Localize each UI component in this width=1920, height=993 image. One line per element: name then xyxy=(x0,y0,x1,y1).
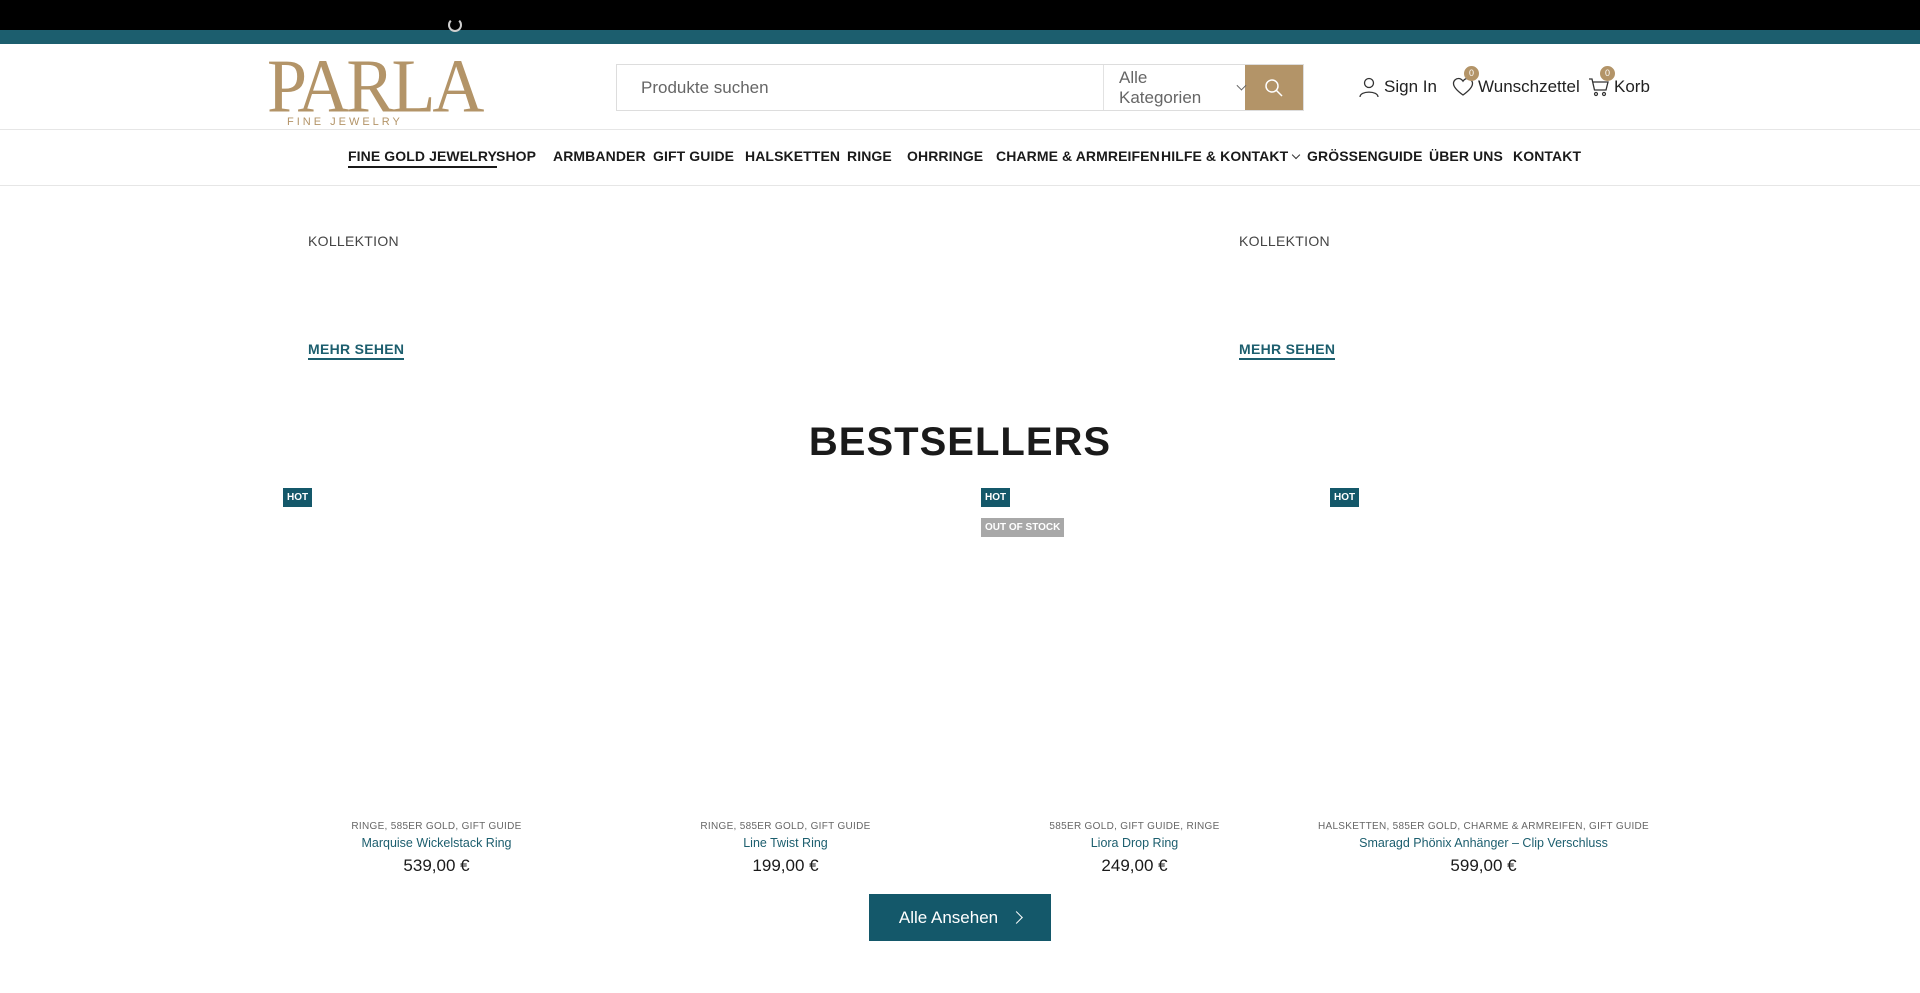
top-accent-strip xyxy=(0,30,1920,44)
nav-item-hilfe-kontakt-label: HILFE & KONTAKT xyxy=(1161,148,1289,164)
logo-tagline: FINE JEWELRY xyxy=(287,116,403,128)
product-categories: RINGE, 585ER GOLD, GIFT GUIDE xyxy=(351,821,522,832)
wishlist-link[interactable]: 0 Wunschzettel xyxy=(1452,66,1580,98)
product-card[interactable]: HOT HALSKETTEN, 585ER GOLD, CHARME & ARM… xyxy=(1312,488,1655,878)
product-name[interactable]: Marquise Wickelstack Ring xyxy=(265,836,608,850)
mehr-sehen-link-1[interactable]: MEHR SEHEN xyxy=(308,341,405,360)
product-categories: HALSKETTEN, 585ER GOLD, CHARME & ARMREIF… xyxy=(1317,821,1650,832)
nav-item-fine-gold-jewelry[interactable]: FINE GOLD JEWELRY xyxy=(348,148,497,168)
product-categories: RINGE, 585ER GOLD, GIFT GUIDE xyxy=(700,821,871,832)
hot-badge: HOT xyxy=(981,488,1011,507)
sign-in-label: Sign In xyxy=(1384,77,1437,96)
nav-item-charme-armreifen[interactable]: CHARME & ARMREIFEN xyxy=(996,148,1160,164)
wishlist-count-badge: 0 xyxy=(1464,66,1479,81)
out-of-stock-badge: OUT OF STOCK xyxy=(981,518,1065,537)
product-categories: 585ER GOLD, GIFT GUIDE, RINGE xyxy=(1049,821,1220,832)
cart-link[interactable]: 0 Korb xyxy=(1588,66,1650,98)
user-icon xyxy=(1359,77,1379,98)
view-all-label: Alle Ansehen xyxy=(898,907,999,927)
nav-item-ringe[interactable]: RINGE xyxy=(847,148,892,164)
hot-badge: HOT xyxy=(1330,488,1360,507)
site-header: PARLA FINE JEWELRY Alle Kategorien Sign … xyxy=(0,44,1920,130)
product-card[interactable]: HOT OUT OF STOCK 585ER GOLD, GIFT GUIDE,… xyxy=(963,488,1306,878)
chevron-down-icon xyxy=(1291,150,1301,160)
nav-item-shop[interactable]: SHOP xyxy=(496,148,536,164)
view-all-button[interactable]: Alle Ansehen xyxy=(869,894,1051,941)
main-navigation: FINE GOLD JEWELRY SHOP ARMBANDER GIFT GU… xyxy=(0,131,1920,186)
cart-label: Korb xyxy=(1614,77,1650,96)
bestsellers-heading: BESTSELLERS xyxy=(808,420,1112,464)
product-name[interactable]: Liora Drop Ring xyxy=(963,836,1306,850)
top-announcement-bar xyxy=(0,0,1920,30)
nav-item-hilfe-kontakt[interactable]: HILFE & KONTAKT xyxy=(1161,148,1301,164)
nav-item-armbander[interactable]: ARMBANDER xyxy=(553,148,646,164)
collection-label-2: KOLLEKTION xyxy=(1239,233,1330,249)
hot-badge: HOT xyxy=(283,488,313,507)
wishlist-label: Wunschzettel xyxy=(1478,77,1580,96)
product-name[interactable]: Smaragd Phönix Anhänger – Clip Verschlus… xyxy=(1312,836,1655,850)
loading-icon xyxy=(448,18,462,32)
nav-item-ueber-uns[interactable]: ÜBER UNS xyxy=(1429,148,1503,164)
product-card[interactable]: RINGE, 585ER GOLD, GIFT GUIDE Line Twist… xyxy=(614,488,957,878)
nav-item-groessenguide[interactable]: GRÖSSENGUIDE xyxy=(1307,148,1423,164)
chevron-right-icon xyxy=(1010,911,1023,924)
mehr-sehen-link-2[interactable]: MEHR SEHEN xyxy=(1239,341,1336,360)
nav-item-halsketten[interactable]: HALSKETTEN xyxy=(745,148,840,164)
product-price: 199,00 € xyxy=(752,856,819,875)
product-price: 249,00 € xyxy=(1101,856,1168,875)
nav-item-kontakt[interactable]: KONTAKT xyxy=(1513,148,1581,164)
nav-item-ohrringe[interactable]: OHRRINGE xyxy=(907,148,983,164)
product-name[interactable]: Line Twist Ring xyxy=(614,836,957,850)
nav-item-gift-guide[interactable]: GIFT GUIDE xyxy=(653,148,734,164)
product-price: 599,00 € xyxy=(1450,856,1517,875)
sign-in-link[interactable]: Sign In xyxy=(1358,76,1437,98)
collection-label-1: KOLLEKTION xyxy=(308,233,399,249)
cart-count-badge: 0 xyxy=(1600,66,1615,81)
header-actions: Sign In 0 Wunschzettel 0 Korb xyxy=(0,66,1920,100)
product-price: 539,00 € xyxy=(403,856,470,875)
product-card[interactable]: HOT RINGE, 585ER GOLD, GIFT GUIDE Marqui… xyxy=(265,488,608,878)
